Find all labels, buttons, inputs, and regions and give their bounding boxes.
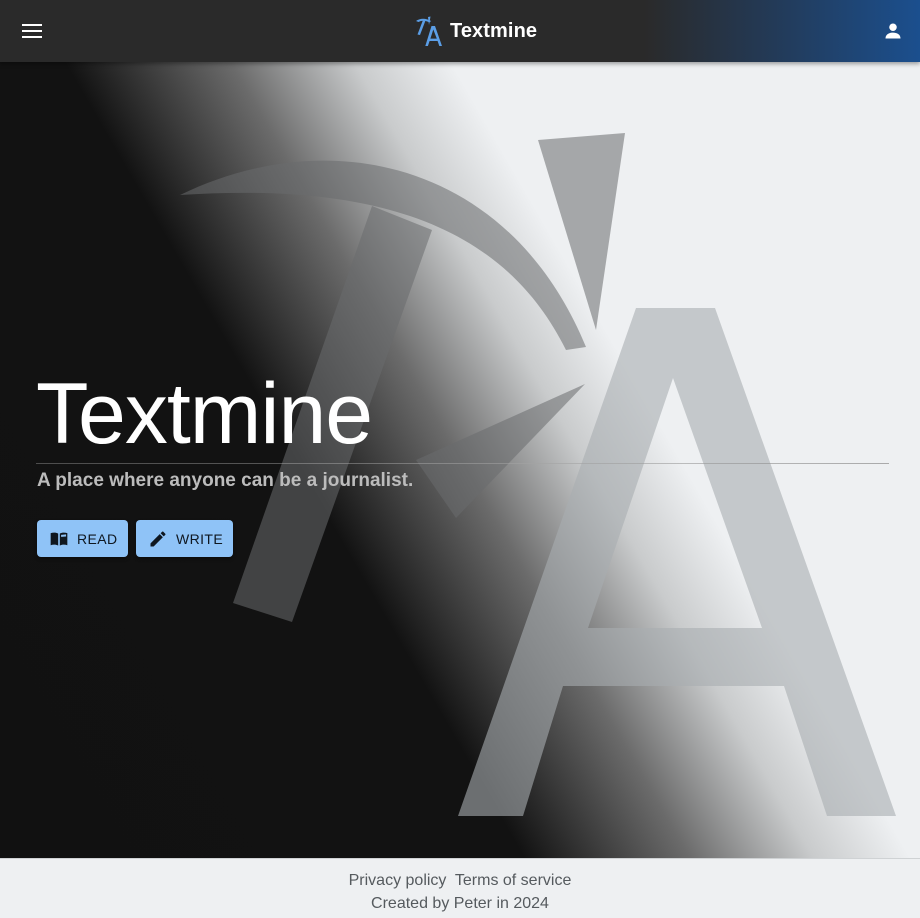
- hero-title: Textmine: [36, 366, 373, 462]
- write-button[interactable]: WRITE: [136, 520, 233, 557]
- pickaxe-wedge-shape: [416, 384, 585, 518]
- footer-credit: Created by Peter in 2024: [371, 895, 549, 912]
- textmine-logo-icon: [416, 16, 442, 46]
- letter-a-shape: [458, 308, 896, 816]
- account-button[interactable]: [874, 12, 912, 50]
- terms-of-service-link[interactable]: Terms of service: [455, 872, 571, 889]
- footer-links: Privacy policy Terms of service: [0, 870, 920, 892]
- menu-button[interactable]: [14, 13, 50, 49]
- app-bar: Textmine: [0, 0, 920, 62]
- menu-icon: [22, 24, 42, 38]
- write-button-label: WRITE: [176, 530, 224, 547]
- account-icon: [885, 23, 901, 39]
- pencil-icon: [148, 529, 168, 549]
- brand-title: Textmine: [450, 19, 538, 42]
- footer: Privacy policy Terms of service Created …: [0, 858, 920, 918]
- hero-tagline: A place where anyone can be a journalist…: [37, 470, 414, 491]
- brand-home-link[interactable]: Textmine: [414, 14, 537, 48]
- hero-section: Textmine A place where anyone can be a j…: [0, 62, 920, 858]
- privacy-policy-link[interactable]: Privacy policy: [349, 872, 447, 889]
- book-open-icon: [49, 529, 69, 549]
- read-button-label: READ: [77, 530, 118, 547]
- hero-divider: [36, 463, 889, 464]
- read-button[interactable]: READ: [37, 520, 128, 557]
